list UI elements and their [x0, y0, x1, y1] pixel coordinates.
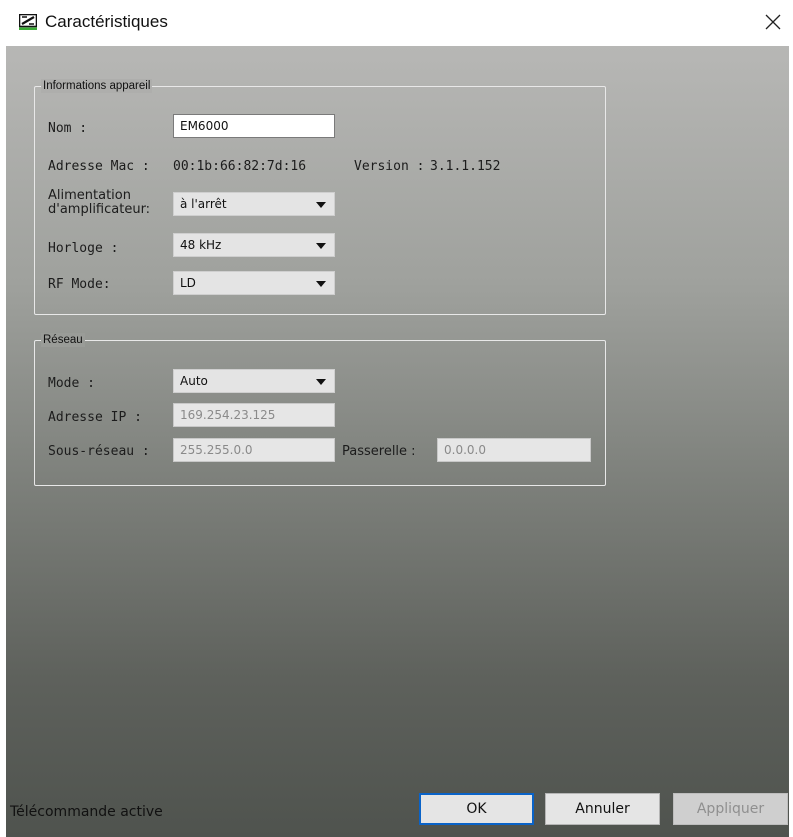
- gateway-input[interactable]: 0.0.0.0: [437, 438, 591, 462]
- chevron-down-icon: [316, 379, 326, 385]
- amp-power-label-line2: d'amplificateur:: [48, 202, 151, 217]
- rf-mode-select[interactable]: LD: [173, 271, 335, 295]
- name-input[interactable]: EM6000: [173, 114, 335, 138]
- ip-label: Adresse IP :: [48, 410, 142, 425]
- amp-power-select[interactable]: à l'arrêt: [173, 192, 335, 216]
- mac-label: Adresse Mac :: [48, 159, 150, 174]
- clock-select-value: 48 kHz: [180, 238, 222, 252]
- status-text: Télécommande active: [10, 804, 163, 820]
- cancel-button[interactable]: Annuler: [545, 793, 660, 825]
- clock-select[interactable]: 48 kHz: [173, 233, 335, 257]
- close-icon[interactable]: [757, 6, 789, 38]
- network-legend: Réseau: [41, 333, 85, 347]
- title-bar: Caractéristiques: [0, 0, 793, 46]
- chevron-down-icon: [316, 202, 326, 208]
- window-title: Caractéristiques: [45, 12, 168, 31]
- dialog-content: Informations appareil Nom : EM6000 Adres…: [6, 46, 789, 837]
- subnet-label: Sous-réseau :: [48, 444, 150, 459]
- ip-input[interactable]: 169.254.23.125: [173, 403, 335, 427]
- amp-power-label-line1: Alimentation: [48, 188, 131, 203]
- version-label: Version :: [354, 159, 425, 174]
- gateway-label: Passerelle :: [342, 444, 416, 459]
- mode-select-value: Auto: [180, 374, 208, 388]
- clock-label: Horloge :: [48, 241, 119, 256]
- mode-label: Mode :: [48, 376, 95, 391]
- rf-mode-select-value: LD: [180, 276, 196, 290]
- amp-power-select-value: à l'arrêt: [180, 197, 227, 211]
- rf-mode-label: RF Mode:: [48, 277, 111, 292]
- device-info-legend: Informations appareil: [41, 79, 153, 93]
- sennheiser-logo-icon: [19, 14, 37, 30]
- mac-value: 00:1b:66:82:7d:16: [173, 159, 307, 174]
- name-label: Nom :: [48, 121, 88, 136]
- ok-button[interactable]: OK: [419, 793, 534, 825]
- amp-power-label: Alimentation d'amplificateur:: [48, 189, 150, 217]
- apply-button[interactable]: Appliquer: [673, 793, 788, 825]
- mode-select[interactable]: Auto: [173, 369, 335, 393]
- device-info-group: Informations appareil Nom : EM6000 Adres…: [34, 79, 606, 315]
- version-value: 3.1.1.152: [430, 159, 501, 174]
- network-group: Réseau Mode : Auto Adresse IP : 169.254.…: [34, 333, 606, 486]
- chevron-down-icon: [316, 281, 326, 287]
- chevron-down-icon: [316, 243, 326, 249]
- subnet-input[interactable]: 255.255.0.0: [173, 438, 335, 462]
